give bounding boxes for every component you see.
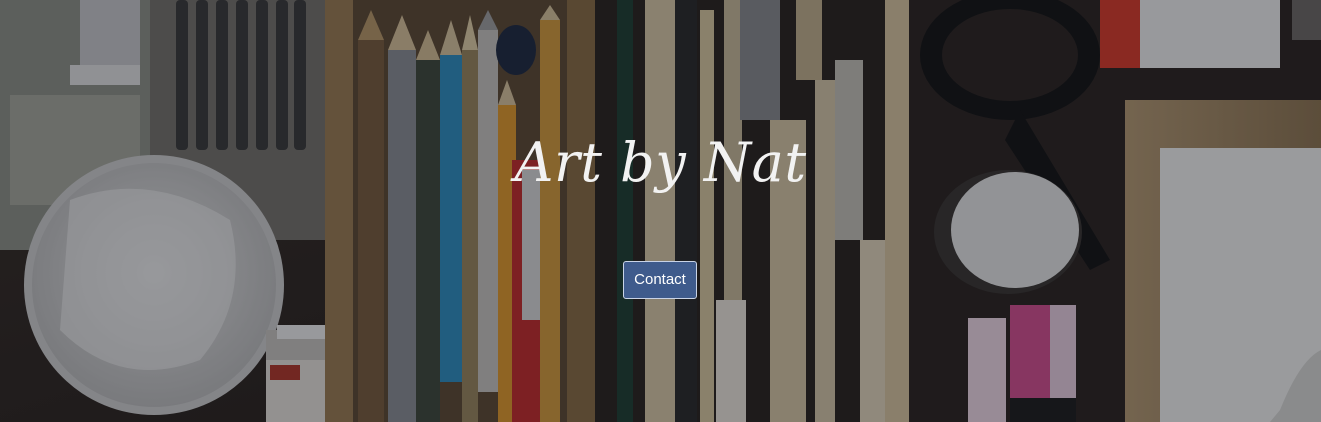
contact-button[interactable]: Contact (623, 261, 697, 299)
hero-dark-overlay (0, 0, 1321, 422)
site-title: Art by Nat (514, 131, 807, 194)
hero-banner: Art by Nat Contact (0, 0, 1321, 422)
